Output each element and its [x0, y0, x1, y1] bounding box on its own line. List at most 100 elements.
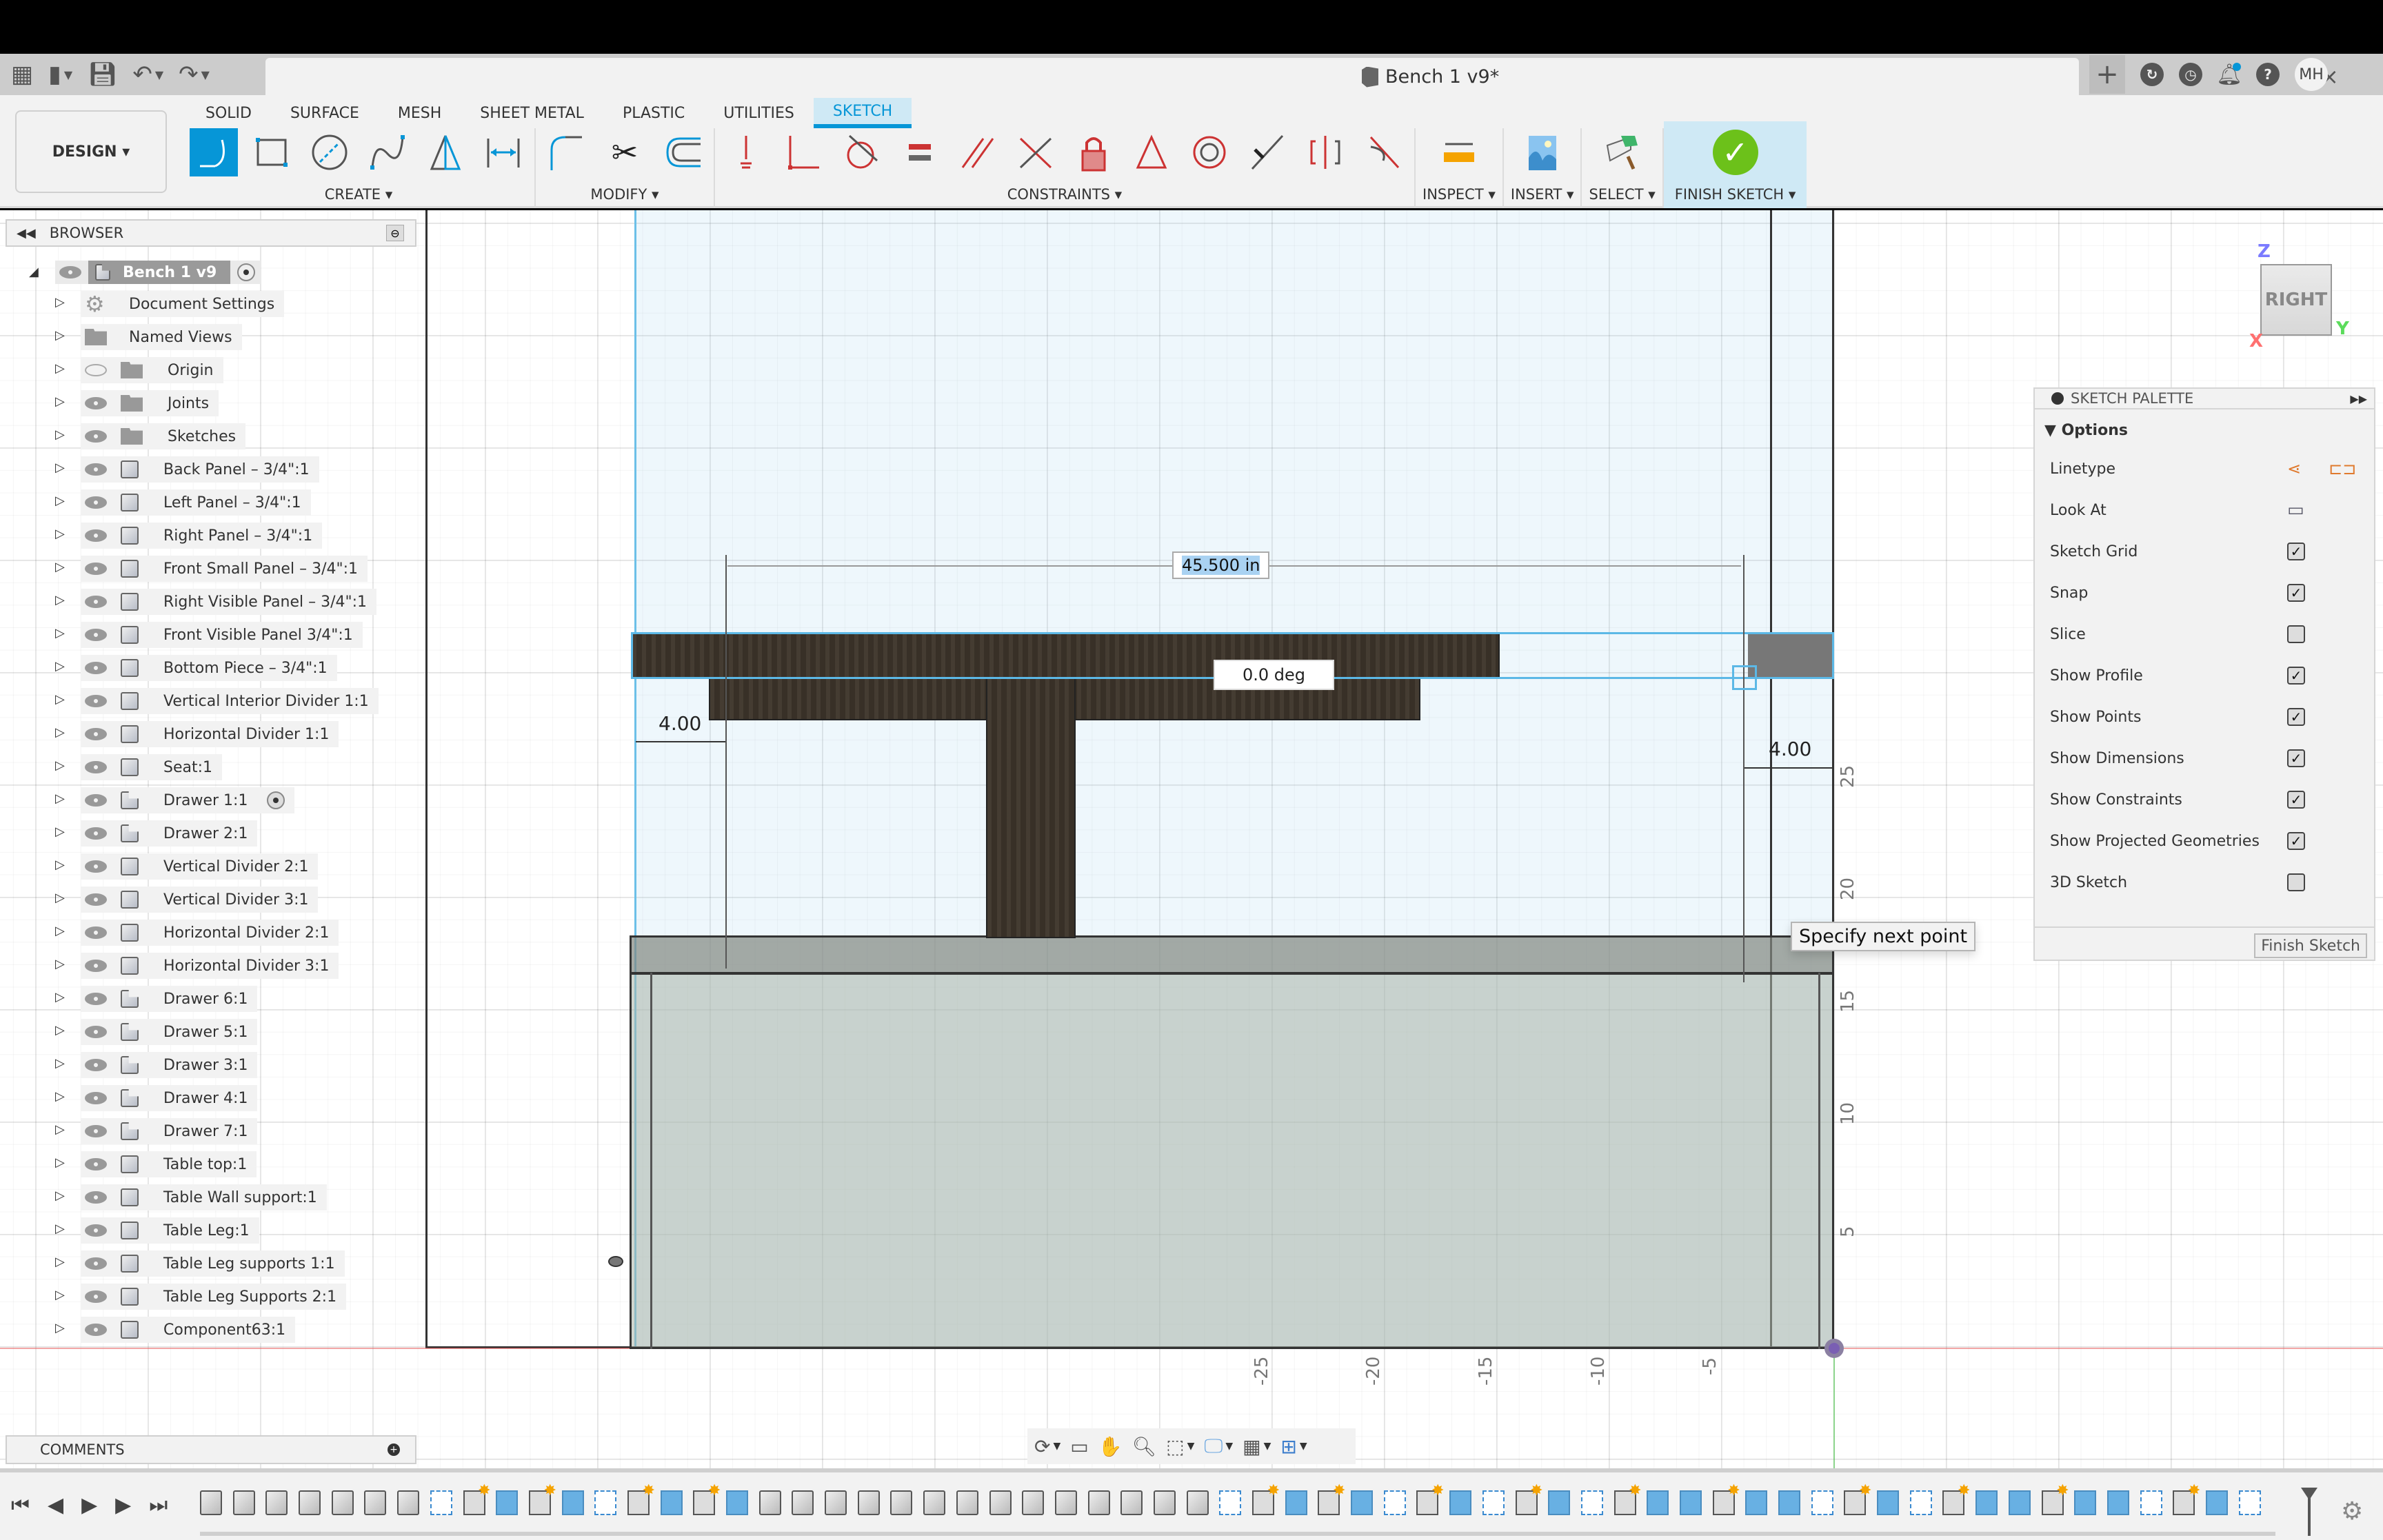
zoom-dropdown-icon[interactable]: ▼: [1187, 1441, 1195, 1452]
timeline-feature-extrude[interactable]: [726, 1490, 748, 1515]
timeline-feature-sketch[interactable]: [594, 1490, 617, 1515]
concentric-constraint[interactable]: [1185, 128, 1234, 176]
expand-arrow-icon[interactable]: ▷: [55, 460, 65, 475]
timeline-feature-extrude[interactable]: [1877, 1490, 1900, 1515]
expand-arrow-icon[interactable]: ▷: [55, 328, 65, 343]
visibility-eye-icon[interactable]: [59, 266, 81, 278]
grid-menu-icon[interactable]: ▦: [11, 63, 33, 86]
expand-arrow-icon[interactable]: ▷: [55, 858, 65, 872]
user-avatar[interactable]: MH: [2295, 58, 2328, 91]
offset-tool[interactable]: [658, 128, 707, 176]
browser-item-pill[interactable]: Drawer 4:1: [81, 1085, 258, 1111]
timeline-feature-sketch[interactable]: [1383, 1490, 1406, 1515]
timeline-feature-extrude[interactable]: [660, 1490, 683, 1515]
add-comment-button[interactable]: +: [388, 1443, 400, 1456]
dimension-right-value[interactable]: 4.00: [1769, 738, 1811, 760]
angle-input[interactable]: 0.0 deg: [1214, 660, 1335, 690]
visibility-eye-icon[interactable]: [85, 1290, 107, 1303]
pan-icon[interactable]: ✋: [1098, 1435, 1123, 1458]
origin-point[interactable]: [1824, 1339, 1844, 1358]
visibility-eye-icon[interactable]: [85, 563, 107, 575]
browser-pin-icon[interactable]: ⊖: [386, 225, 404, 241]
tab-utilities[interactable]: UTILITIES: [704, 98, 814, 128]
timeline-feature-extrude[interactable]: [1679, 1490, 1702, 1515]
timeline-feature-newcomp[interactable]: [627, 1482, 655, 1515]
look-at-icon[interactable]: ▭: [1070, 1435, 1088, 1458]
browser-item-pill[interactable]: Horizontal Divider 3:1: [81, 953, 339, 979]
trim-tool[interactable]: ✂: [601, 128, 649, 176]
visibility-eye-icon[interactable]: [85, 761, 107, 773]
midpoint-constraint[interactable]: [1127, 128, 1176, 176]
timeline-feature-comp[interactable]: [956, 1490, 978, 1515]
tab-plastic[interactable]: PLASTIC: [603, 98, 704, 128]
expand-arrow-icon[interactable]: ▷: [55, 990, 65, 1004]
timeline-feature-comp[interactable]: [1022, 1490, 1045, 1515]
expand-arrow-icon[interactable]: ▷: [55, 1155, 65, 1170]
expand-arrow-icon[interactable]: ▷: [55, 692, 65, 707]
horizontal-vertical-constraint[interactable]: [722, 128, 770, 176]
timeline-feature-extrude[interactable]: [2074, 1490, 2097, 1515]
timeline-settings-gear-icon[interactable]: ⚙: [2341, 1497, 2363, 1526]
expand-arrow-icon[interactable]: ▷: [55, 494, 65, 508]
design-canvas[interactable]: 45.500 in 0.0 deg 4.00 4.00 Specify next…: [0, 210, 2383, 1477]
symmetric-constraint[interactable]: [1301, 128, 1349, 176]
browser-item-pill[interactable]: Drawer 7:1: [81, 1118, 258, 1144]
browser-item-pill[interactable]: Drawer 2:1: [81, 820, 258, 847]
fillet-tool[interactable]: [543, 128, 591, 176]
file-icon[interactable]: ▮: [48, 63, 61, 86]
timeline-feature-sketch[interactable]: [1482, 1490, 1505, 1515]
help-icon[interactable]: ?: [2256, 63, 2280, 86]
visibility-eye-icon[interactable]: [85, 993, 107, 1005]
insert-menu[interactable]: INSERT ▾: [1511, 186, 1574, 203]
sketch-dimension-tool[interactable]: [479, 128, 527, 176]
timeline-feature-newcomp[interactable]: [2173, 1482, 2200, 1515]
checkbox[interactable]: [2287, 625, 2305, 643]
expand-arrow-icon[interactable]: ▷: [55, 758, 65, 773]
display-dropdown-icon[interactable]: ▼: [1225, 1441, 1233, 1452]
expand-arrow-icon[interactable]: ▷: [55, 295, 65, 310]
browser-item-pill[interactable]: Table top:1: [81, 1151, 257, 1177]
browser-root[interactable]: Bench 1 v9: [55, 261, 261, 284]
timeline-feature-extrude[interactable]: [1647, 1490, 1669, 1515]
browser-item-pill[interactable]: Right Visible Panel – 3/4":1: [81, 589, 377, 615]
browser-item-pill[interactable]: Vertical Divider 3:1: [81, 886, 319, 913]
timeline-feature-sketch[interactable]: [1909, 1490, 1932, 1515]
visibility-eye-icon[interactable]: [85, 827, 107, 840]
timeline-feature-sketch[interactable]: [1580, 1490, 1603, 1515]
browser-item-pill[interactable]: Vertical Interior Divider 1:1: [81, 688, 379, 714]
expand-arrow-icon[interactable]: ▷: [55, 924, 65, 938]
expand-arrow-icon[interactable]: ▷: [55, 626, 65, 640]
browser-item-pill[interactable]: Origin: [81, 357, 223, 383]
visibility-eye-icon[interactable]: [85, 1092, 107, 1104]
timeline-feature-comp[interactable]: [397, 1490, 420, 1515]
root-collapse-icon[interactable]: ◢: [29, 265, 39, 279]
timeline-feature-extrude[interactable]: [1449, 1490, 1472, 1515]
tab-sheet-metal[interactable]: SHEET METAL: [461, 98, 603, 128]
visibility-eye-icon[interactable]: [85, 960, 107, 972]
curvature-constraint[interactable]: [1359, 128, 1407, 176]
browser-item-pill[interactable]: Named Views: [81, 324, 242, 350]
create-menu[interactable]: CREATE ▾: [325, 186, 393, 203]
expand-arrow-icon[interactable]: ▷: [55, 1056, 65, 1071]
viewports-dropdown-icon[interactable]: ▼: [1300, 1441, 1307, 1452]
redo-icon[interactable]: ↷: [179, 63, 199, 86]
timeline-feature-sketch[interactable]: [2238, 1490, 2261, 1515]
visibility-eye-icon[interactable]: [85, 463, 107, 476]
timeline-feature-comp[interactable]: [200, 1490, 222, 1515]
visibility-eye-icon[interactable]: [85, 794, 107, 807]
browser-item-pill[interactable]: Front Small Panel – 3/4":1: [81, 556, 368, 582]
timeline-feature-newcomp[interactable]: [1942, 1482, 1970, 1515]
timeline-feature-comp[interactable]: [792, 1490, 814, 1515]
timeline-feature-extrude[interactable]: [496, 1490, 519, 1515]
browser-item-pill[interactable]: Bottom Piece – 3/4":1: [81, 655, 337, 681]
visibility-eye-icon[interactable]: [85, 1158, 107, 1171]
expand-arrow-icon[interactable]: ▷: [55, 791, 65, 806]
timeline-feature-comp[interactable]: [331, 1490, 354, 1515]
timeline-feature-extrude[interactable]: [1778, 1490, 1800, 1515]
expand-arrow-icon[interactable]: ▷: [55, 394, 65, 409]
timeline-feature-extrude[interactable]: [1975, 1490, 1998, 1515]
select-menu[interactable]: SELECT ▾: [1589, 186, 1655, 203]
checkbox[interactable]: [2287, 873, 2305, 891]
select-tool[interactable]: [1598, 128, 1647, 176]
workspace-switcher[interactable]: DESIGN ▾: [15, 110, 167, 193]
